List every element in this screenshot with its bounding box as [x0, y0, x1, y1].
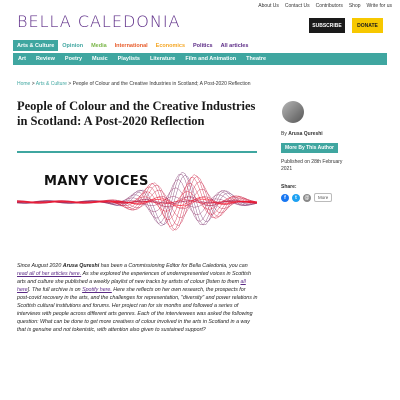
share-buttons: f t @ More [281, 193, 333, 202]
breadcrumb-home[interactable]: Home [17, 81, 30, 87]
donate-button[interactable]: DONATE [352, 18, 383, 33]
subnav-music[interactable]: Music [87, 56, 113, 62]
subnav-theatre[interactable]: Theatre [241, 56, 271, 62]
subnav-review[interactable]: Review [31, 56, 60, 62]
facebook-icon[interactable]: f [281, 193, 289, 202]
category-all-articles[interactable]: All articles [217, 40, 253, 51]
top-links: About Us Contact Us Contributors Shop Wr… [258, 3, 392, 9]
breadcrumb-section[interactable]: Arts & Culture [36, 81, 67, 87]
articles-link[interactable]: read all of her articles here. [17, 271, 81, 277]
subnav-playlists[interactable]: Playlists [113, 56, 145, 62]
body-text: Here she reflects on her own research, t… [17, 287, 258, 333]
subcategory-nav: Art Review Poetry Music Playlists Litera… [13, 53, 387, 65]
hero-title-text: MANY VOICES [44, 174, 149, 189]
author-byline: By Arusa Qureshi [281, 131, 323, 137]
share-more-button[interactable]: More [314, 193, 333, 202]
category-international[interactable]: International [111, 40, 152, 51]
more-label: More [318, 195, 329, 200]
more-by-author-button[interactable]: More By This Author [281, 143, 338, 153]
site-logo[interactable]: BELLA CALEDONIA [17, 12, 181, 31]
category-politics[interactable]: Politics [189, 40, 217, 51]
author-name[interactable]: Arusa Qureshi [288, 131, 322, 137]
breadcrumb-current: People of Colour and the Creative Indust… [72, 81, 251, 87]
article-title: People of Colour and the Creative Indust… [17, 99, 256, 128]
subnav-art[interactable]: Art [13, 56, 31, 62]
body-text: Since August 2020 [17, 263, 63, 269]
top-link-about[interactable]: About Us [258, 3, 279, 9]
article-body: Since August 2020 Arusa Qureshi has been… [17, 262, 258, 334]
subscribe-button[interactable]: SUBSCRIBE [309, 18, 345, 33]
share-label: Share: [281, 184, 297, 190]
published-date: Published on 28th February 2021 [281, 159, 343, 172]
top-link-write[interactable]: Write for us [367, 3, 392, 9]
category-media[interactable]: Media [87, 40, 111, 51]
body-text: ]. The full archive is on [27, 287, 83, 293]
category-opinion[interactable]: Opinion [58, 40, 87, 51]
subnav-literature[interactable]: Literature [145, 56, 180, 62]
top-link-shop[interactable]: Shop [349, 3, 361, 9]
spotify-link[interactable]: Spotify here. [82, 287, 112, 293]
breadcrumb: Home > Arts & Culture > People of Colour… [17, 81, 251, 87]
subnav-film-animation[interactable]: Film and Animation [180, 56, 241, 62]
category-economics[interactable]: Economics [152, 40, 189, 51]
top-link-contact[interactable]: Contact Us [285, 3, 310, 9]
title-divider [17, 151, 257, 153]
author-avatar[interactable] [282, 101, 304, 123]
category-arts-culture[interactable]: Arts & Culture [13, 40, 59, 51]
top-link-contributors[interactable]: Contributors [316, 3, 343, 9]
body-text: has been a Commissioning Editor for Bell… [99, 263, 248, 269]
subnav-poetry[interactable]: Poetry [60, 56, 87, 62]
body-author-name: Arusa Qureshi [62, 263, 100, 269]
twitter-icon[interactable]: t [292, 193, 300, 202]
category-nav: Arts & Culture Opinion Media Internation… [13, 40, 387, 51]
email-icon[interactable]: @ [303, 193, 311, 202]
